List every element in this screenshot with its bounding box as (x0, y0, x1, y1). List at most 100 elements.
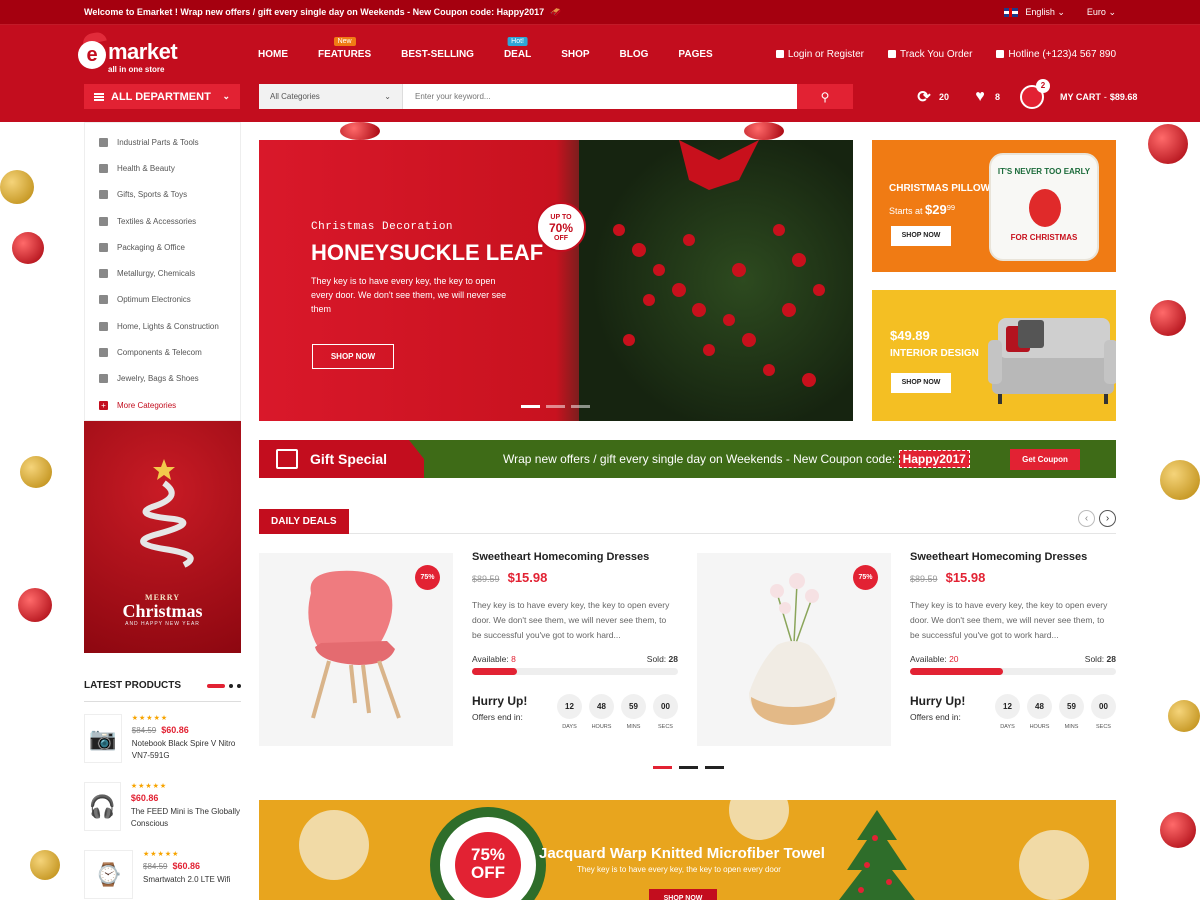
promo-off-label: OFF (471, 863, 505, 882)
pager-dot[interactable] (653, 766, 672, 769)
countdown-unit: 00 SECS (1091, 694, 1116, 730)
currency-selector[interactable]: Euro ⌄ (1087, 7, 1116, 18)
christmas-text: Christmas (122, 601, 203, 621)
nav-home[interactable]: HOME (258, 49, 288, 60)
slider-shop-now-button[interactable]: SHOP NOW (312, 344, 394, 369)
pager-dot[interactable] (237, 683, 241, 688)
slider-dot[interactable] (571, 405, 590, 408)
countdown-section: Hurry Up! Offers end in: 12 DAYS 48 HOURS 59… (472, 694, 678, 730)
more-categories-link[interactable]: + More Categories (85, 392, 240, 418)
track-order-link[interactable]: Track You Order (887, 49, 972, 60)
nav-deal[interactable]: Hot! DEAL (504, 37, 531, 60)
countdown-unit: 12 DAYS (995, 694, 1020, 730)
lock-icon (775, 50, 784, 58)
uk-flag-icon (1003, 7, 1018, 17)
countdown-value: 48 (589, 694, 614, 719)
hurry-label: Hurry Up! (910, 694, 966, 708)
available-count: 8 (511, 654, 516, 664)
stock-progress-bar (472, 668, 678, 675)
christmas-tree-icon (839, 810, 915, 900)
hurry-label: Hurry Up! (472, 694, 528, 708)
category-item[interactable]: Health & Beauty (85, 155, 240, 181)
product-thumbnail[interactable]: 📷 (84, 714, 122, 763)
login-link[interactable]: Login or Register (775, 49, 864, 60)
pager-dot[interactable] (705, 766, 724, 769)
category-icon (99, 137, 108, 147)
slider-dot[interactable] (521, 405, 540, 408)
pillow-title: CHRISTMAS PILLOW (889, 183, 991, 194)
category-item[interactable]: Components & Telecom (85, 339, 240, 365)
interior-design-banner[interactable]: $49.89 INTERIOR DESIGN SHOP NOW (872, 290, 1116, 421)
nav-pages[interactable]: PAGES (678, 49, 712, 60)
coupon-message: Wrap new offers / gift every single day … (503, 450, 970, 468)
pager-dot[interactable] (207, 683, 225, 688)
countdown-value: 00 (653, 694, 678, 719)
product-thumbnail[interactable]: ⌚ (84, 850, 133, 899)
countdown-unit: 48 HOURS (1027, 694, 1052, 730)
promo-title: Jacquard Warp Knitted Microfiber Towel (539, 845, 825, 862)
availability: Available: 20 Sold: 28 (910, 654, 1116, 664)
search-category-select[interactable]: All Categories ⌄ (259, 84, 403, 109)
sold-count: 28 (1106, 654, 1116, 664)
category-item[interactable]: Home, Lights & Construction (85, 313, 240, 339)
available-count: 20 (949, 654, 959, 664)
category-menu: Industrial Parts & Tools Health & Beauty G… (84, 122, 241, 421)
nav-tag: Hot! (507, 37, 528, 46)
latest-list: 📷 ★★★★★ $84.59 $60.86 Notebook Black Spire V… (84, 714, 241, 900)
chevron-down-icon: ⌄ (1108, 6, 1116, 17)
category-item[interactable]: Packaging & Office (85, 234, 240, 260)
nav-best-selling[interactable]: BEST-SELLING (401, 49, 474, 60)
deal-image[interactable]: 75% (259, 553, 453, 746)
product-name[interactable]: The FEED Mini is The Globally Conscious (131, 806, 241, 830)
christmas-pillow-banner[interactable]: CHRISTMAS PILLOW Starts at $2999 SHOP NO… (872, 140, 1116, 272)
christmas-banner[interactable]: MERRY Christmas AND HAPPY NEW YEAR (84, 421, 241, 653)
berries-graphic (613, 140, 825, 387)
category-icon (99, 190, 108, 200)
language-selector[interactable]: English ⌄ (1003, 7, 1065, 18)
nav-features[interactable]: New FEATURES (318, 37, 371, 60)
search-button[interactable]: ⚲ (797, 84, 853, 109)
category-item[interactable]: Textiles & Accessories (85, 208, 240, 234)
deal-image[interactable]: 75% (697, 553, 891, 746)
deal-name[interactable]: Sweetheart Homecoming Dresses (910, 551, 1116, 563)
product-thumbnail[interactable]: 🎧 (84, 782, 121, 831)
latest-product-item[interactable]: ⌚ ★★★★★ $84.59 $60.86 Smartwatch 2.0 LTE Wif… (84, 850, 241, 900)
prev-arrow-icon[interactable]: ‹ (1078, 510, 1095, 527)
latest-product-item[interactable]: 📷 ★★★★★ $84.59 $60.86 Notebook Black Spire V… (84, 714, 241, 764)
category-item[interactable]: Gifts, Sports & Toys (85, 182, 240, 208)
towel-promo-banner[interactable]: 75% OFF Jacquard Warp Knitted Microfiber… (259, 800, 1116, 900)
heart-icon[interactable]: ♥ (971, 88, 989, 106)
pillow-shop-now-button[interactable]: SHOP NOW (891, 226, 951, 246)
deal-info: Sweetheart Homecoming Dresses $89.59 $15… (472, 551, 678, 730)
product-name[interactable]: Smartwatch 2.0 LTE Wifi (143, 874, 230, 886)
ornament-decoration (729, 800, 789, 840)
category-label: Home, Lights & Construction (117, 321, 219, 331)
category-item[interactable]: Metallurgy, Chemicals (85, 260, 240, 286)
countdown-value: 00 (1091, 694, 1116, 719)
slider-dot[interactable] (546, 405, 565, 408)
product-name[interactable]: Notebook Black Spire V Nitro VN7-591G (132, 738, 241, 762)
compare-icon[interactable]: ⟳ (915, 88, 933, 106)
category-item[interactable]: Jewelry, Bags & Shoes (85, 366, 240, 392)
product-image-icon: ⌚ (94, 861, 123, 887)
pager-dot[interactable] (229, 683, 233, 688)
deal-card[interactable]: 75% Sweetheart Homecoming Dresses $89.59… (697, 551, 1117, 746)
pager-dot[interactable] (679, 766, 698, 769)
get-coupon-button[interactable]: Get Coupon (1010, 449, 1080, 470)
cart-button[interactable]: 2 MY CART - $89.68 (1020, 79, 1137, 109)
latest-product-item[interactable]: 🎧 ★★★★★ $60.86 The FEED Mini is The Globall… (84, 782, 241, 832)
deal-card[interactable]: 75% Sweetheart Homecoming Dresses $89.59… (259, 551, 679, 746)
search-input[interactable] (403, 84, 797, 109)
coupon-text: Wrap new offers / gift every single day … (503, 452, 896, 466)
all-department-button[interactable]: ALL DEPARTMENT ⌄ (84, 84, 240, 109)
next-arrow-icon[interactable]: › (1099, 510, 1116, 527)
nav-shop[interactable]: SHOP (561, 49, 589, 60)
sofa-shop-now-button[interactable]: SHOP NOW (891, 373, 951, 393)
deal-name[interactable]: Sweetheart Homecoming Dresses (472, 551, 678, 563)
new-price: $60.86 (130, 793, 159, 803)
category-item[interactable]: Industrial Parts & Tools (85, 129, 240, 155)
product-prices: $60.86 (131, 793, 241, 803)
nav-blog[interactable]: BLOG (620, 49, 649, 60)
category-item[interactable]: Optimum Electronics (85, 287, 240, 313)
promo-shop-now-button[interactable]: SHOP NOW (649, 889, 717, 900)
